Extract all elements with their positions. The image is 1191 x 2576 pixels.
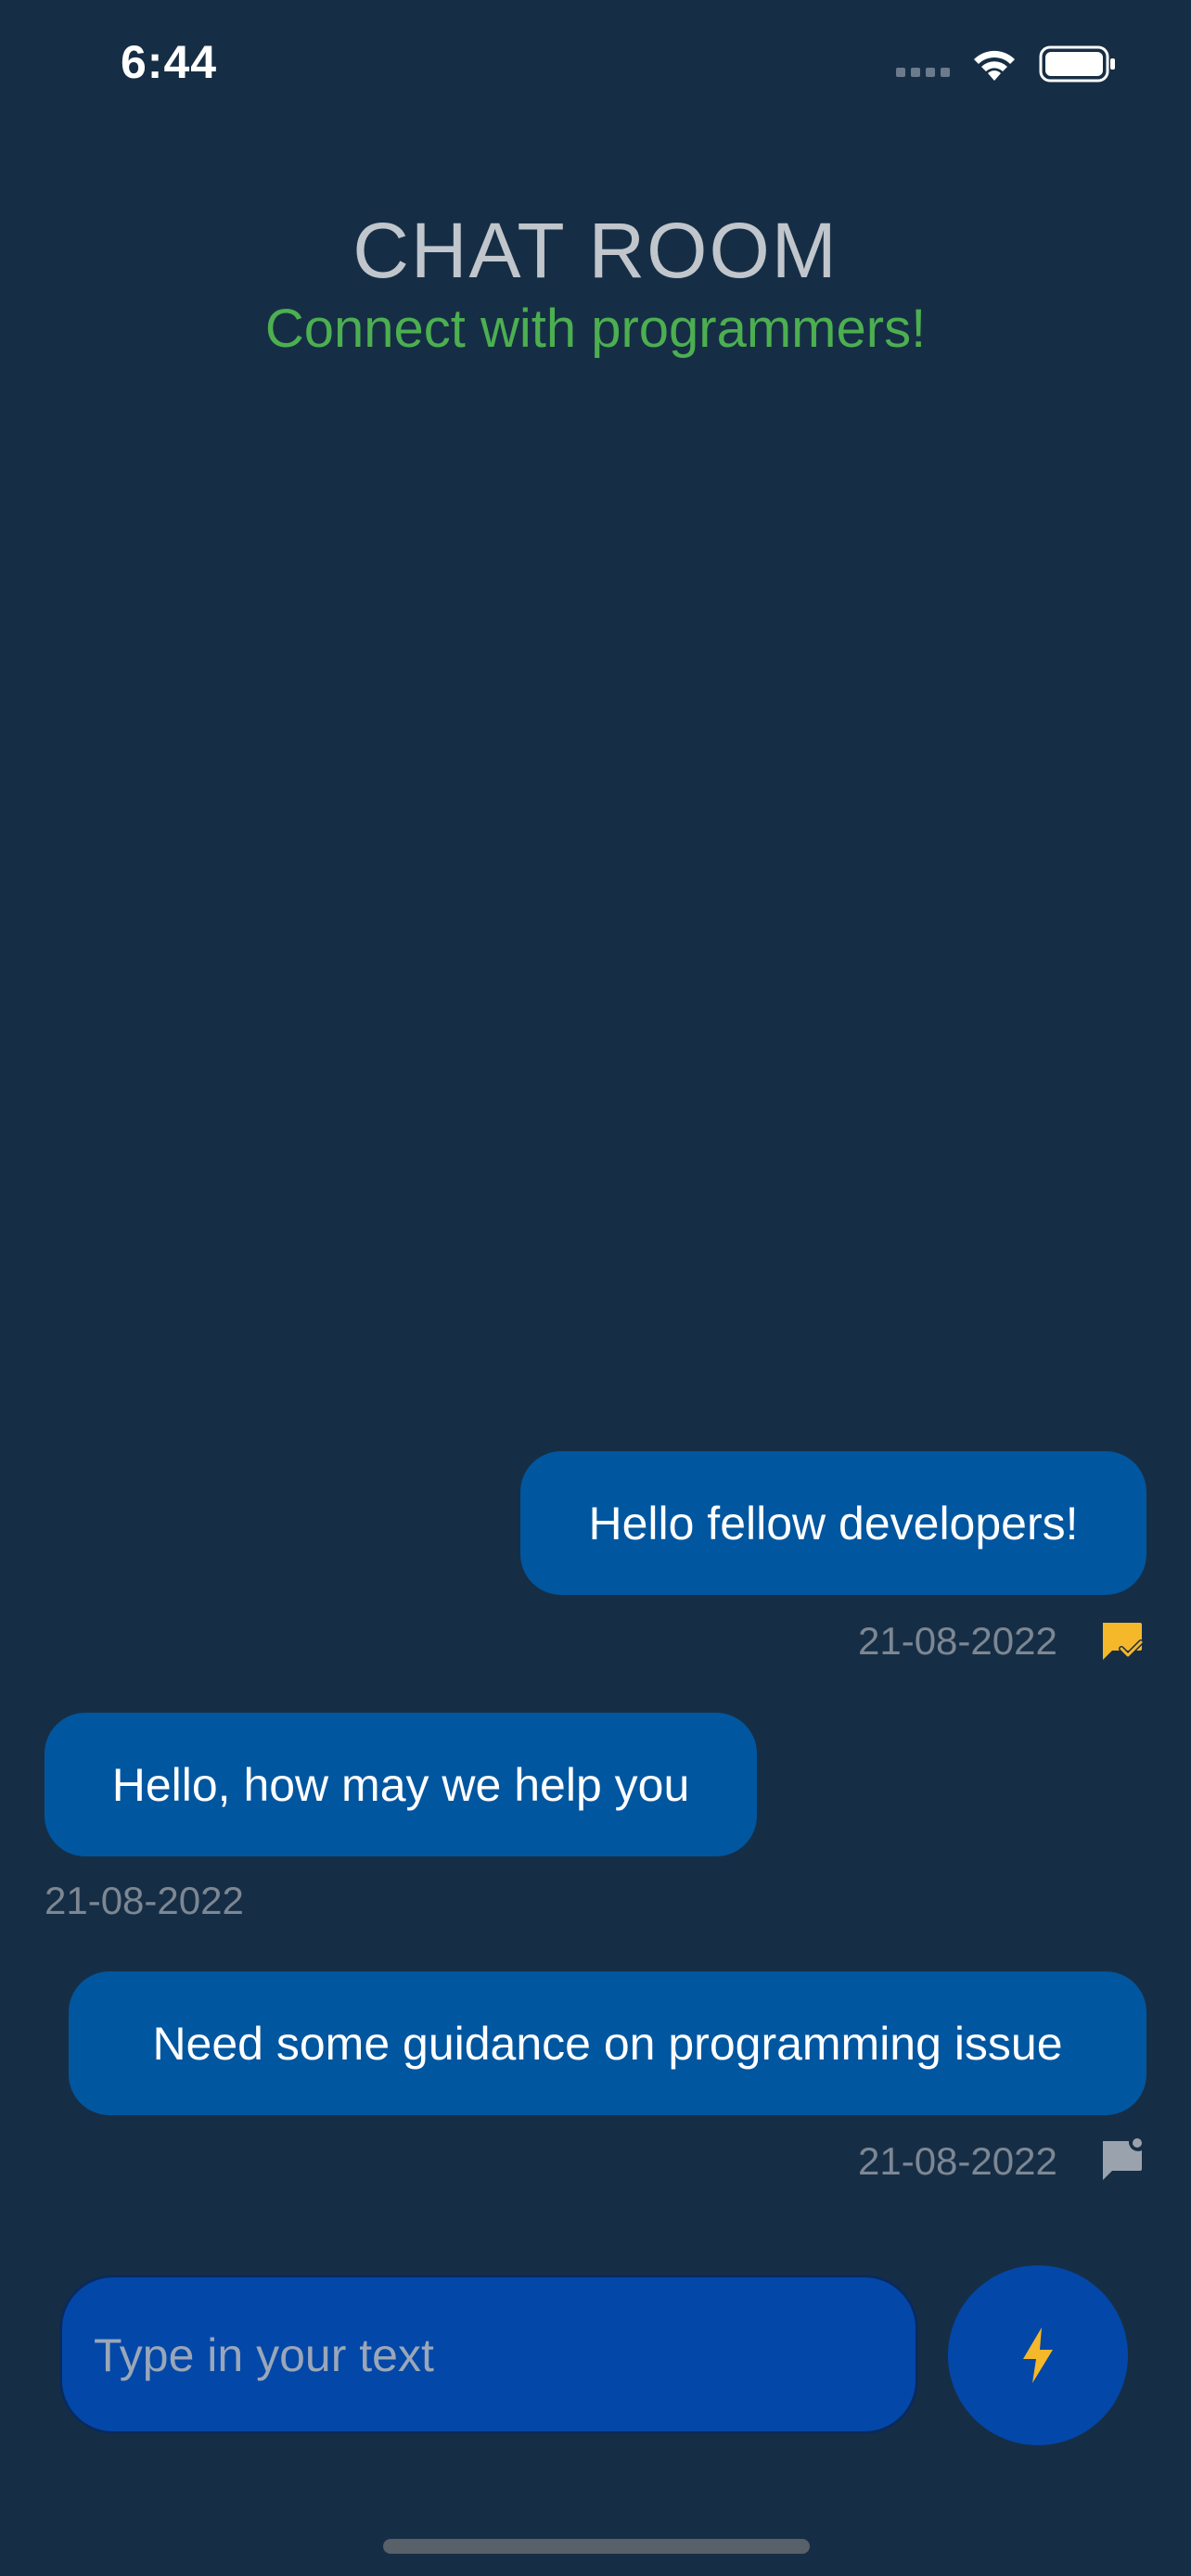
message-text: Hello, how may we help you	[111, 1758, 690, 1811]
page-title: CHAT ROOM	[352, 207, 839, 294]
message-bubble: Need some guidance on programming issue	[69, 1971, 1146, 2115]
send-button[interactable]	[948, 2265, 1128, 2445]
message-input[interactable]	[92, 2277, 893, 2433]
message-date: 21-08-2022	[858, 2139, 1057, 2183]
read-check-icon	[1103, 1623, 1144, 1660]
cellular-signal-icon	[896, 68, 950, 77]
message-bubble: Hello, how may we help you	[45, 1713, 757, 1856]
wifi-icon	[974, 50, 1015, 81]
sent-message-icon	[1103, 2138, 1142, 2180]
page-subtitle: Connect with programmers!	[264, 299, 927, 359]
message-bubble: Hello fellow developers!	[520, 1451, 1146, 1595]
status-time: 6:44	[121, 36, 218, 88]
message-text: Hello fellow developers!	[588, 1497, 1079, 1549]
status-icons	[896, 45, 1117, 83]
battery-icon	[1039, 45, 1115, 83]
status-bar: 6:44	[0, 0, 1191, 139]
chat-header: CHAT ROOM Connect with programmers!	[0, 204, 1191, 362]
home-indicator	[383, 2539, 810, 2554]
message-input-container	[59, 2275, 918, 2434]
message-date: 21-08-2022	[858, 1619, 1057, 1663]
message-text: Need some guidance on programming issue	[152, 2017, 1063, 2070]
lightning-bolt-icon	[1023, 2327, 1053, 2383]
message-date: 21-08-2022	[45, 1879, 244, 1922]
